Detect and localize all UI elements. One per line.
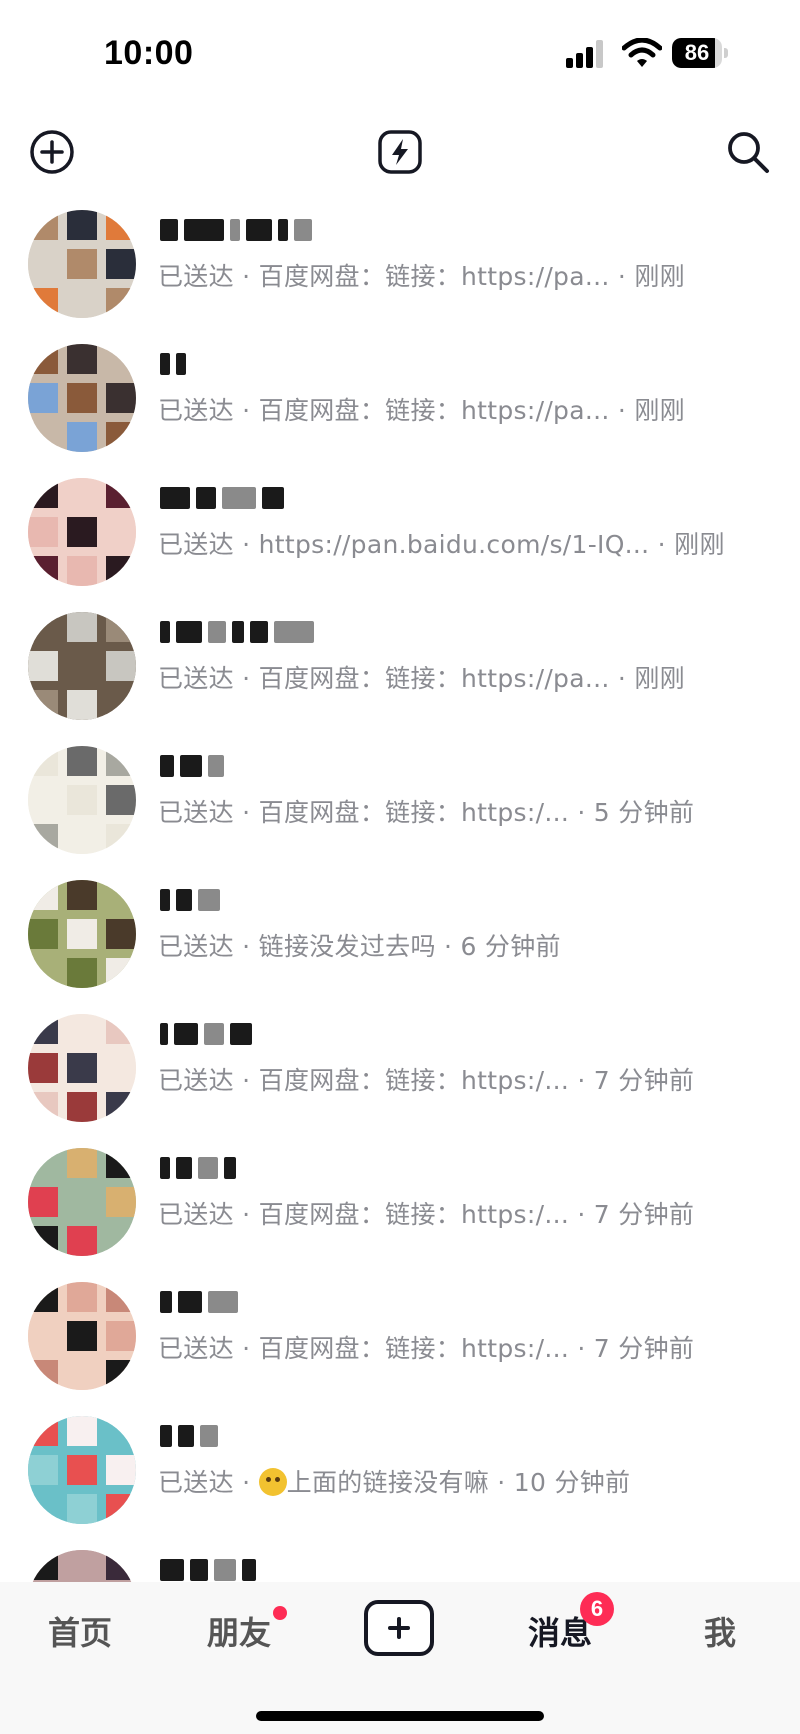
avatar[interactable]	[28, 880, 136, 988]
avatar[interactable]	[28, 210, 136, 318]
conversation-item[interactable]: 已送达 · 百度网盘：链接：https:/... · 7 分钟前	[0, 999, 800, 1133]
bottom-nav: 首页 朋友 消息 6 我	[0, 1582, 800, 1734]
contact-name-redacted	[160, 887, 220, 913]
avatar[interactable]	[28, 1282, 136, 1390]
message-preview: 已送达 · 百度网盘：链接：https:/... · 5 分钟前	[158, 798, 695, 827]
friends-notification-dot	[273, 1606, 287, 1620]
conversation-item[interactable]: 已送达 · 百度网盘：链接：https:/... · 7 分钟前	[0, 1267, 800, 1401]
conversation-item[interactable]: 已送达 · https://pan.baidu.com/s/1-IQ... · …	[0, 463, 800, 597]
contact-name-redacted	[160, 1021, 252, 1047]
avatar[interactable]	[28, 746, 136, 854]
flash-icon[interactable]	[376, 128, 424, 176]
conversation-item[interactable]: 已送达 · 上面的链接没有嘛 · 10 分钟前	[0, 1401, 800, 1535]
search-icon[interactable]	[724, 128, 772, 176]
wifi-icon	[622, 38, 662, 67]
conversation-item[interactable]: 已送达 · 百度网盘：链接：https://pa... · 刚刚	[0, 329, 800, 463]
message-preview: 已送达 · 百度网盘：链接：https:/... · 7 分钟前	[158, 1200, 695, 1229]
conversation-item[interactable]: 已送达 · 百度网盘：链接：https:/... · 5 分钟前	[0, 731, 800, 865]
messages-badge: 6	[580, 1592, 614, 1626]
battery-icon: 86	[672, 38, 728, 68]
conversation-item[interactable]: 已送达 · 百度网盘：链接：https:/... · 7 分钟前	[0, 1133, 800, 1267]
message-preview: 已送达 · https://pan.baidu.com/s/1-IQ... · …	[158, 530, 725, 559]
preview-suffix: 上面的链接没有嘛 · 10 分钟前	[286, 1468, 631, 1497]
nav-home[interactable]: 首页	[48, 1608, 112, 1658]
message-preview: 已送达 · 上面的链接没有嘛 · 10 分钟前	[158, 1463, 778, 1499]
thinking-face-icon	[258, 1468, 287, 1496]
preview-prefix: 已送达 ·	[158, 1468, 259, 1497]
contact-name-redacted	[160, 217, 312, 243]
conversation-item[interactable]: 已送达 · 百度网盘：链接：https://pa... · 刚刚	[0, 597, 800, 731]
plus-square-icon[interactable]	[364, 1600, 434, 1656]
message-preview: 已送达 · 百度网盘：链接：https:/... · 7 分钟前	[158, 1334, 695, 1363]
battery-level: 86	[684, 40, 710, 65]
conversation-item[interactable]: 已送达 · 百度网盘：链接：https://pa... · 刚刚	[0, 195, 800, 329]
contact-name-redacted	[160, 485, 284, 511]
message-preview: 已送达 · 百度网盘：链接：https://pa... · 刚刚	[158, 262, 685, 291]
message-preview: 已送达 · 百度网盘：链接：https://pa... · 刚刚	[158, 396, 685, 425]
message-preview: 已送达 · 百度网盘：链接：https:/... · 7 分钟前	[158, 1066, 695, 1095]
contact-name-redacted	[160, 1289, 238, 1315]
top-toolbar	[0, 110, 800, 194]
nav-me[interactable]: 我	[704, 1608, 736, 1658]
conversation-list: 已送达 · 百度网盘：链接：https://pa... · 刚刚 已送达 · 百度…	[0, 195, 800, 1669]
avatar[interactable]	[28, 1014, 136, 1122]
message-preview: 已送达 · 百度网盘：链接：https://pa... · 刚刚	[158, 664, 685, 693]
contact-name-redacted	[160, 1557, 256, 1583]
avatar[interactable]	[28, 1416, 136, 1524]
contact-name-redacted	[160, 351, 186, 377]
messages-screen: 10:00 86 已送达 · 百度网盘：链接：https://pa... · 刚…	[0, 0, 800, 1734]
avatar[interactable]	[28, 612, 136, 720]
contact-name-redacted	[160, 753, 224, 779]
avatar[interactable]	[28, 344, 136, 452]
status-bar: 10:00 86	[0, 0, 800, 100]
add-circle-icon[interactable]	[28, 128, 76, 176]
contact-name-redacted	[160, 1423, 218, 1449]
conversation-item[interactable]: 已送达 · 链接没发过去吗 · 6 分钟前	[0, 865, 800, 999]
status-time: 10:00	[104, 34, 194, 72]
signal-icon	[566, 40, 603, 68]
nav-friends[interactable]: 朋友	[207, 1608, 271, 1658]
home-indicator	[256, 1711, 544, 1721]
message-preview: 已送达 · 链接没发过去吗 · 6 分钟前	[158, 932, 561, 961]
avatar[interactable]	[28, 1148, 136, 1256]
avatar[interactable]	[28, 478, 136, 586]
contact-name-redacted	[160, 1155, 236, 1181]
contact-name-redacted	[160, 619, 314, 645]
